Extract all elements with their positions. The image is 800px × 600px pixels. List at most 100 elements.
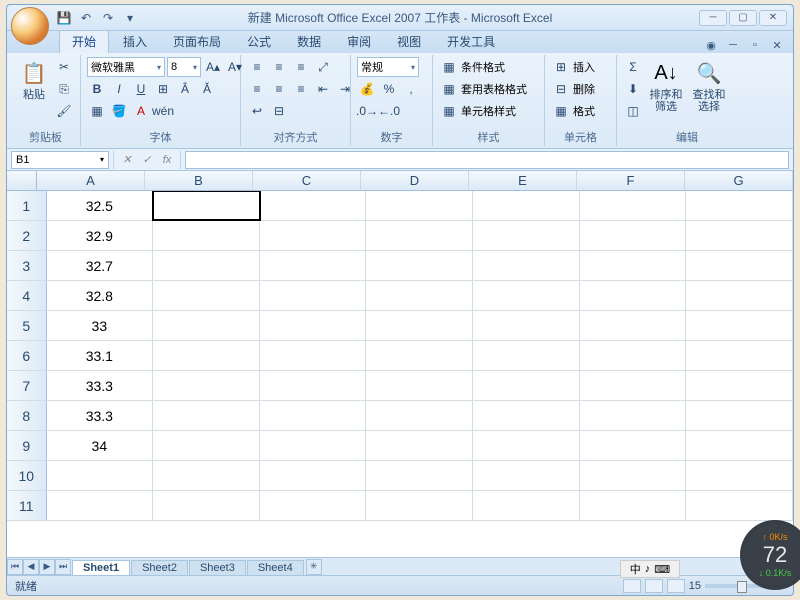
cell-A6[interactable]: 33.1: [47, 341, 154, 370]
formula-input[interactable]: [185, 151, 789, 169]
italic-button[interactable]: I: [109, 79, 129, 99]
cell-G4[interactable]: [686, 281, 793, 310]
cell-F6[interactable]: [580, 341, 687, 370]
cell-G8[interactable]: [686, 401, 793, 430]
column-header-G[interactable]: G: [685, 171, 793, 190]
ime-indicator[interactable]: 中♪⌨: [620, 560, 680, 578]
cell-D4[interactable]: [366, 281, 473, 310]
cell-D2[interactable]: [366, 221, 473, 250]
view-page-break-icon[interactable]: [667, 579, 685, 593]
table-format-button[interactable]: ▦套用表格格式: [439, 79, 527, 99]
sort-filter-button[interactable]: A↓ 排序和 筛选: [646, 57, 686, 115]
column-header-F[interactable]: F: [577, 171, 685, 190]
cell-A9[interactable]: 34: [47, 431, 154, 460]
column-header-D[interactable]: D: [361, 171, 469, 190]
cell-C11[interactable]: [260, 491, 367, 520]
cell-B11[interactable]: [153, 491, 260, 520]
cell-C4[interactable]: [260, 281, 367, 310]
cell-D3[interactable]: [366, 251, 473, 280]
tab-view[interactable]: 视图: [385, 30, 433, 53]
cell-F4[interactable]: [580, 281, 687, 310]
row-header-5[interactable]: 5: [7, 311, 47, 340]
cell-G10[interactable]: [686, 461, 793, 490]
align-middle-icon[interactable]: ≡: [269, 57, 289, 77]
sheet-nav-first[interactable]: ⏮: [7, 559, 23, 575]
row-header-9[interactable]: 9: [7, 431, 47, 460]
cell-G9[interactable]: [686, 431, 793, 460]
cell-B9[interactable]: [153, 431, 260, 460]
column-header-E[interactable]: E: [469, 171, 577, 190]
close-button[interactable]: ✕: [759, 10, 787, 26]
tab-developer[interactable]: 开发工具: [435, 30, 507, 53]
cell-D6[interactable]: [366, 341, 473, 370]
cell-E5[interactable]: [473, 311, 580, 340]
enter-formula-icon[interactable]: ✓: [138, 151, 156, 169]
sheet-tab-Sheet1[interactable]: Sheet1: [72, 560, 130, 575]
row-header-6[interactable]: 6: [7, 341, 47, 370]
conditional-format-button[interactable]: ▦条件格式: [439, 57, 505, 77]
cell-C5[interactable]: [260, 311, 367, 340]
name-box[interactable]: B1▾: [11, 151, 109, 169]
orientation-icon[interactable]: ⤢: [313, 57, 333, 77]
fill-color-icon[interactable]: 🪣: [109, 101, 129, 121]
cell-F2[interactable]: [580, 221, 687, 250]
indent-dec-icon[interactable]: ⇤: [313, 79, 333, 99]
cell-D11[interactable]: [366, 491, 473, 520]
redo-icon[interactable]: ↷: [99, 9, 117, 27]
currency-icon[interactable]: 💰: [357, 79, 377, 99]
sheet-nav-prev[interactable]: ◀: [23, 559, 39, 575]
row-header-2[interactable]: 2: [7, 221, 47, 250]
cell-G7[interactable]: [686, 371, 793, 400]
underline-button[interactable]: U: [131, 79, 151, 99]
font-name-combo[interactable]: 微软雅黑▾: [87, 57, 165, 77]
autosum-icon[interactable]: Σ: [623, 57, 643, 77]
font-grow-a-icon[interactable]: Â: [175, 79, 195, 99]
cell-D7[interactable]: [366, 371, 473, 400]
cell-B1[interactable]: [153, 191, 260, 220]
format-cells-button[interactable]: ▦格式: [551, 101, 595, 121]
cell-B7[interactable]: [153, 371, 260, 400]
cell-G5[interactable]: [686, 311, 793, 340]
cell-E6[interactable]: [473, 341, 580, 370]
borders-icon[interactable]: ▦: [87, 101, 107, 121]
cell-A10[interactable]: [47, 461, 154, 490]
tab-data[interactable]: 数据: [285, 30, 333, 53]
cell-B10[interactable]: [153, 461, 260, 490]
align-bottom-icon[interactable]: ≡: [291, 57, 311, 77]
increase-font-icon[interactable]: A▴: [203, 57, 223, 77]
bold-button[interactable]: B: [87, 79, 107, 99]
fill-icon[interactable]: ⬇: [623, 79, 643, 99]
sheet-nav-last[interactable]: ⏭: [55, 559, 71, 575]
cell-E2[interactable]: [473, 221, 580, 250]
cell-A7[interactable]: 33.3: [47, 371, 154, 400]
cell-A2[interactable]: 32.9: [47, 221, 154, 250]
cell-C7[interactable]: [260, 371, 367, 400]
cell-F1[interactable]: [580, 191, 687, 220]
column-header-C[interactable]: C: [253, 171, 361, 190]
cell-G6[interactable]: [686, 341, 793, 370]
undo-icon[interactable]: ↶: [77, 9, 95, 27]
cell-C2[interactable]: [260, 221, 367, 250]
ribbon-minimize-icon[interactable]: ─: [725, 37, 741, 53]
cell-D8[interactable]: [366, 401, 473, 430]
column-header-B[interactable]: B: [145, 171, 253, 190]
cell-B4[interactable]: [153, 281, 260, 310]
border-icon[interactable]: ⊞: [153, 79, 173, 99]
cell-F9[interactable]: [580, 431, 687, 460]
phonetic-icon[interactable]: wén: [153, 101, 173, 121]
fx-icon[interactable]: fx: [158, 151, 176, 169]
cell-B8[interactable]: [153, 401, 260, 430]
font-shrink-a-icon[interactable]: Ǎ: [197, 79, 217, 99]
cell-D1[interactable]: [366, 191, 473, 220]
view-page-layout-icon[interactable]: [645, 579, 663, 593]
percent-icon[interactable]: %: [379, 79, 399, 99]
cell-B5[interactable]: [153, 311, 260, 340]
cell-styles-button[interactable]: ▦单元格样式: [439, 101, 516, 121]
clear-icon[interactable]: ◫: [623, 101, 643, 121]
cell-G11[interactable]: [686, 491, 793, 520]
copy-icon[interactable]: ⎘: [54, 79, 74, 99]
cell-E11[interactable]: [473, 491, 580, 520]
cell-A5[interactable]: 33: [47, 311, 154, 340]
help-icon[interactable]: ◉: [703, 37, 719, 53]
cell-B6[interactable]: [153, 341, 260, 370]
